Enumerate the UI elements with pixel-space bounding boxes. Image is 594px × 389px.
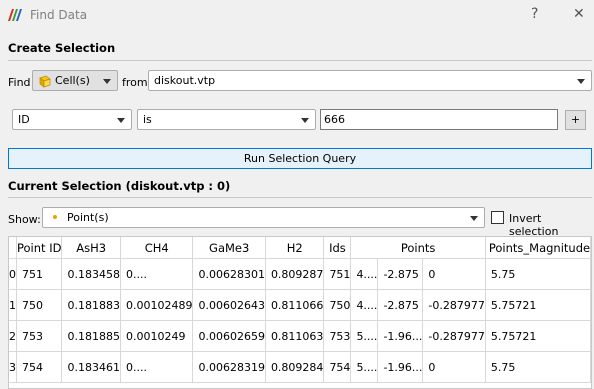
query-value-input[interactable]: 666 bbox=[320, 109, 558, 130]
table-cell[interactable]: 5.75721 bbox=[485, 289, 591, 321]
column-header[interactable]: Points_Magnitude bbox=[485, 237, 591, 259]
title-bar: Find Data ? ✕ bbox=[0, 0, 594, 30]
table-cell[interactable]: 0.... bbox=[120, 258, 194, 290]
source-combo[interactable]: diskout.vtp bbox=[148, 70, 592, 91]
invert-selection-checkbox[interactable] bbox=[491, 211, 504, 224]
close-button[interactable]: ✕ bbox=[573, 6, 585, 22]
column-header[interactable]: Point ID bbox=[16, 237, 63, 259]
data-table: Point ID AsH3 CH4 GaMe3 H2 Ids Points Po… bbox=[9, 237, 591, 383]
chevron-down-icon bbox=[470, 216, 478, 221]
current-selection-heading: Current Selection (diskout.vtp : 0) bbox=[8, 179, 231, 193]
window-title: Find Data bbox=[30, 8, 88, 22]
table-cell[interactable]: 751 bbox=[323, 258, 352, 290]
table-cell[interactable]: 0.809287 bbox=[265, 258, 325, 290]
table-cell[interactable]: 750 bbox=[16, 289, 63, 321]
add-term-button[interactable]: + bbox=[565, 110, 586, 130]
table-cell[interactable]: -1.96... bbox=[377, 351, 424, 383]
query-field-value: ID bbox=[18, 113, 30, 126]
table-row[interactable]: 3 754 0.183461 0.... 0.00628319 0.809284 754 5.… bbox=[9, 351, 591, 383]
table-cell[interactable]: 0.00628301 bbox=[192, 258, 266, 290]
table-cell[interactable]: 0.... bbox=[120, 351, 194, 383]
table-cell[interactable]: -1.96... bbox=[377, 320, 424, 352]
table-cell[interactable]: 5.75 bbox=[485, 258, 591, 290]
table-cell[interactable]: 5.75 bbox=[485, 351, 591, 383]
table-cell[interactable]: 0.181885 bbox=[61, 320, 121, 352]
table-body: 0 751 0.183458 0.... 0.00628301 0.809287 751 4.… bbox=[9, 258, 591, 383]
table-cell[interactable]: 0.0010249 bbox=[120, 320, 194, 352]
query-value-text: 666 bbox=[324, 113, 345, 126]
find-type-value: Cell(s) bbox=[55, 74, 90, 87]
column-header[interactable]: H2 bbox=[265, 237, 325, 259]
query-operator-value: is bbox=[143, 113, 152, 126]
table-cell[interactable]: 0.00102489 bbox=[120, 289, 194, 321]
chevron-down-icon bbox=[117, 118, 125, 123]
table-cell[interactable]: 0.181883 bbox=[61, 289, 121, 321]
query-field-combo[interactable]: ID bbox=[12, 109, 132, 130]
help-button[interactable]: ? bbox=[531, 6, 538, 22]
table-cell[interactable]: 753 bbox=[16, 320, 63, 352]
table-cell[interactable]: 4.... bbox=[350, 258, 379, 290]
invert-selection-label: Invert selection bbox=[509, 212, 559, 238]
table-cell[interactable]: 0 bbox=[422, 351, 486, 383]
table-cell[interactable]: 0.183461 bbox=[61, 351, 121, 383]
table-cell[interactable]: 0.00602643 bbox=[192, 289, 266, 321]
find-label: Find bbox=[8, 76, 31, 89]
table-cell[interactable]: 754 bbox=[16, 351, 63, 383]
table-cell[interactable]: 0.183458 bbox=[61, 258, 121, 290]
table-cell[interactable]: 5.75721 bbox=[485, 320, 591, 352]
divider bbox=[8, 197, 592, 198]
table-cell[interactable]: -2.875 bbox=[377, 289, 424, 321]
table-cell[interactable]: 0 bbox=[422, 258, 486, 290]
show-attribute-combo[interactable]: Point(s) bbox=[42, 207, 485, 228]
table-cell[interactable]: 4.... bbox=[350, 289, 379, 321]
find-type-combo[interactable]: Cell(s) bbox=[32, 70, 118, 91]
corner-cell bbox=[9, 237, 17, 259]
create-selection-heading: Create Selection bbox=[8, 41, 116, 55]
divider bbox=[8, 60, 592, 61]
column-header[interactable]: Points bbox=[350, 237, 486, 259]
table-cell[interactable]: 0.811063 bbox=[265, 320, 325, 352]
table-cell[interactable]: 753 bbox=[323, 320, 352, 352]
selection-spreadsheet[interactable]: Point ID AsH3 CH4 GaMe3 H2 Ids Points Po… bbox=[8, 236, 592, 389]
run-selection-query-button[interactable]: Run Selection Query bbox=[8, 148, 592, 169]
chevron-down-icon bbox=[577, 79, 585, 84]
source-value: diskout.vtp bbox=[154, 74, 216, 87]
from-label: from bbox=[122, 76, 148, 89]
show-attribute-value: Point(s) bbox=[67, 211, 109, 224]
table-row[interactable]: 0 751 0.183458 0.... 0.00628301 0.809287 751 4.… bbox=[9, 258, 591, 290]
chevron-down-icon bbox=[301, 118, 309, 123]
column-header[interactable]: AsH3 bbox=[61, 237, 121, 259]
paraview-logo-icon bbox=[8, 9, 22, 21]
table-cell[interactable]: 750 bbox=[323, 289, 352, 321]
table-cell[interactable]: 0.811066 bbox=[265, 289, 325, 321]
column-header[interactable]: CH4 bbox=[120, 237, 194, 259]
table-cell[interactable]: 0.809284 bbox=[265, 351, 325, 383]
table-row[interactable]: 2 753 0.181885 0.0010249 0.00602659 0.811063 7… bbox=[9, 320, 591, 352]
table-cell[interactable]: 751 bbox=[16, 258, 63, 290]
table-cell[interactable]: -2.875 bbox=[377, 258, 424, 290]
query-operator-combo[interactable]: is bbox=[137, 109, 316, 130]
table-cell[interactable]: 0.00602659 bbox=[192, 320, 266, 352]
chevron-down-icon bbox=[103, 79, 111, 84]
show-label: Show: bbox=[8, 213, 41, 226]
cell-icon bbox=[39, 75, 51, 88]
row-header[interactable]: 0 bbox=[9, 258, 17, 290]
table-cell[interactable]: 0.00628319 bbox=[192, 351, 266, 383]
table-row[interactable]: 1 750 0.181883 0.00102489 0.00602643 0.811066… bbox=[9, 289, 591, 321]
table-cell[interactable]: 754 bbox=[323, 351, 352, 383]
column-header[interactable]: GaMe3 bbox=[192, 237, 266, 259]
table-cell[interactable]: 5.... bbox=[350, 351, 379, 383]
header-row: Point ID AsH3 CH4 GaMe3 H2 Ids Points Po… bbox=[9, 237, 591, 259]
table-cell[interactable]: 5.... bbox=[350, 320, 379, 352]
column-header[interactable]: Ids bbox=[323, 237, 352, 259]
row-header[interactable]: 2 bbox=[9, 320, 17, 352]
table-cell[interactable]: -0.287977 bbox=[422, 289, 486, 321]
table-cell[interactable]: -0.287977 bbox=[422, 320, 486, 352]
row-header[interactable]: 1 bbox=[9, 289, 17, 321]
point-icon bbox=[53, 215, 57, 219]
row-header[interactable]: 3 bbox=[9, 351, 17, 383]
